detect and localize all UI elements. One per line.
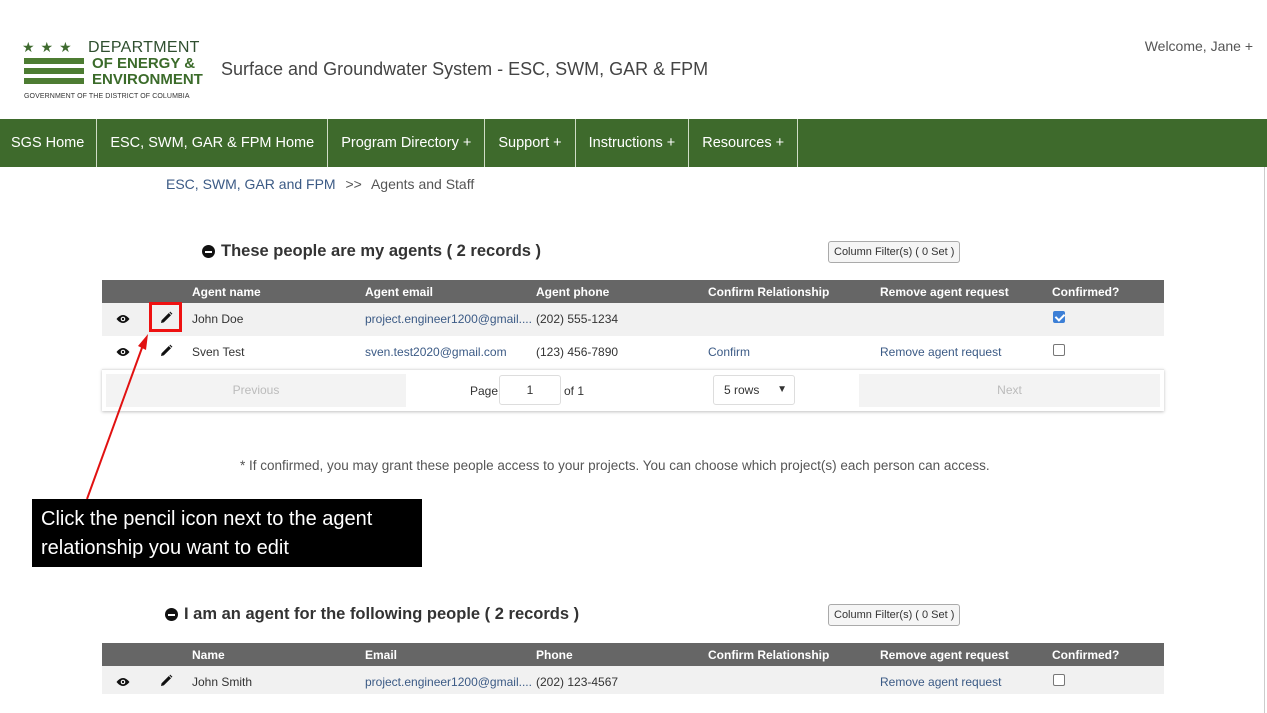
pencil-icon[interactable] bbox=[159, 344, 173, 358]
column-header[interactable]: Remove agent request bbox=[880, 648, 1009, 662]
principal-email[interactable]: project.engineer1200@gmail.... bbox=[365, 675, 532, 689]
page-label: Page bbox=[470, 384, 499, 398]
remove-agent-link[interactable]: Remove agent request bbox=[880, 345, 1001, 359]
breadcrumb-link[interactable]: ESC, SWM, GAR and FPM bbox=[166, 176, 336, 192]
confirm-link[interactable]: Confirm bbox=[708, 345, 750, 359]
rows-per-page-select[interactable]: 5 rows ▼ bbox=[713, 375, 795, 405]
site-header: ★★★ DEPARTMENT OF ENERGY & ENVIRONMENT G… bbox=[0, 0, 1267, 119]
agent-email[interactable]: project.engineer1200@gmail.... bbox=[365, 312, 532, 326]
column-header[interactable]: Remove agent request bbox=[880, 285, 1009, 299]
nav-item-program-directory[interactable]: Program Directory + bbox=[328, 119, 486, 167]
system-title: Surface and Groundwater System - ESC, SW… bbox=[221, 59, 709, 79]
page-number-input[interactable]: 1 bbox=[499, 375, 561, 405]
nav-item-sgs-home[interactable]: SGS Home bbox=[0, 119, 98, 167]
callout-line-1: Click the pencil icon next to the agent bbox=[41, 508, 373, 530]
column-header[interactable]: Confirmed? bbox=[1052, 648, 1119, 662]
instruction-callout: Click the pencil icon next to the agent … bbox=[32, 499, 422, 567]
my-agents-table: Agent name Agent email Agent phone Confi… bbox=[102, 280, 1164, 411]
logo-bars-icon bbox=[24, 58, 84, 88]
rows-per-page-value: 5 rows bbox=[724, 383, 760, 397]
doee-logo[interactable]: ★★★ DEPARTMENT OF ENERGY & ENVIRONMENT G… bbox=[22, 40, 208, 104]
page-total-label: of 1 bbox=[564, 384, 585, 398]
page-right-border bbox=[1264, 167, 1265, 713]
agent-for-title: I am an agent for the following people (… bbox=[184, 605, 580, 623]
nav-item-support[interactable]: Support + bbox=[485, 119, 576, 167]
agent-name: John Doe bbox=[192, 312, 244, 326]
logo-stars-icon: ★★★ bbox=[22, 39, 78, 55]
column-header[interactable]: Confirmed? bbox=[1052, 285, 1119, 299]
agent-email[interactable]: sven.test2020@gmail.com bbox=[365, 345, 507, 359]
table-row: John Smith project.engineer1200@gmail...… bbox=[102, 666, 1164, 694]
principal-name: John Smith bbox=[192, 675, 253, 689]
my-agents-section-toggle[interactable]: These people are my agents ( 2 records ) bbox=[202, 242, 541, 261]
pencil-highlight-box bbox=[149, 302, 182, 332]
column-header[interactable]: Agent name bbox=[192, 285, 261, 299]
logo-line-1: DEPARTMENT bbox=[88, 39, 200, 56]
column-header[interactable]: Agent phone bbox=[536, 285, 609, 299]
pagination: Previous Page 1 of 1 5 rows ▼ Next bbox=[102, 369, 1164, 411]
eye-icon[interactable] bbox=[116, 676, 130, 688]
agent-phone: (202) 555-1234 bbox=[536, 312, 619, 326]
confirmed-checkbox[interactable] bbox=[1053, 674, 1065, 686]
nav-item-program-home[interactable]: ESC, SWM, GAR & FPM Home bbox=[97, 119, 329, 167]
remove-agent-link[interactable]: Remove agent request bbox=[880, 675, 1001, 689]
previous-button[interactable]: Previous bbox=[106, 374, 406, 407]
table-row: Sven Test sven.test2020@gmail.com (123) … bbox=[102, 336, 1164, 369]
column-header[interactable]: Confirm Relationship bbox=[708, 648, 829, 662]
eye-icon[interactable] bbox=[116, 346, 130, 358]
pencil-icon[interactable] bbox=[159, 674, 173, 688]
collapse-icon bbox=[202, 245, 215, 258]
column-header[interactable]: Email bbox=[365, 648, 397, 662]
column-header[interactable]: Name bbox=[192, 648, 225, 662]
column-filter-button[interactable]: Column Filter(s) ( 0 Set ) bbox=[828, 604, 961, 626]
breadcrumb: ESC, SWM, GAR and FPM >> Agents and Staf… bbox=[166, 176, 474, 192]
agent-phone: (123) 456-7890 bbox=[536, 345, 619, 359]
table-header: Name Email Phone Confirm Relationship Re… bbox=[102, 643, 1164, 666]
welcome-user-menu[interactable]: Welcome, Jane + bbox=[1145, 38, 1253, 54]
table-header: Agent name Agent email Agent phone Confi… bbox=[102, 280, 1164, 303]
collapse-icon bbox=[165, 608, 178, 621]
chevron-down-icon: ▼ bbox=[777, 384, 787, 395]
confirmed-checkbox[interactable] bbox=[1053, 344, 1065, 356]
breadcrumb-separator: >> bbox=[345, 176, 362, 192]
main-nav: SGS Home ESC, SWM, GAR & FPM Home Progra… bbox=[0, 119, 1267, 167]
eye-icon[interactable] bbox=[116, 313, 130, 325]
callout-line-2: relationship you want to edit bbox=[41, 537, 289, 559]
confirmed-checkbox[interactable] bbox=[1053, 311, 1065, 323]
table-row: John Doe project.engineer1200@gmail.... … bbox=[102, 303, 1164, 336]
breadcrumb-current: Agents and Staff bbox=[370, 176, 475, 192]
column-header[interactable]: Phone bbox=[536, 648, 573, 662]
nav-item-instructions[interactable]: Instructions + bbox=[576, 119, 690, 167]
next-button[interactable]: Next bbox=[859, 374, 1160, 407]
logo-line-3: ENVIRONMENT bbox=[92, 71, 203, 88]
my-agents-title: These people are my agents ( 2 records ) bbox=[221, 242, 542, 260]
agent-name: Sven Test bbox=[192, 345, 245, 359]
nav-item-resources[interactable]: Resources + bbox=[689, 119, 799, 167]
principal-phone: (202) 123-4567 bbox=[536, 675, 619, 689]
logo-subtitle: GOVERNMENT OF THE DISTRICT OF COLUMBIA bbox=[24, 93, 190, 100]
agent-for-section-toggle[interactable]: I am an agent for the following people (… bbox=[165, 605, 579, 624]
logo-line-2: OF ENERGY & bbox=[92, 55, 196, 72]
confirmation-note: * If confirmed, you may grant these peop… bbox=[240, 458, 990, 473]
column-header[interactable]: Confirm Relationship bbox=[708, 285, 829, 299]
agent-for-table: Name Email Phone Confirm Relationship Re… bbox=[102, 643, 1164, 694]
column-filter-button[interactable]: Column Filter(s) ( 0 Set ) bbox=[828, 241, 961, 263]
column-header[interactable]: Agent email bbox=[365, 285, 433, 299]
